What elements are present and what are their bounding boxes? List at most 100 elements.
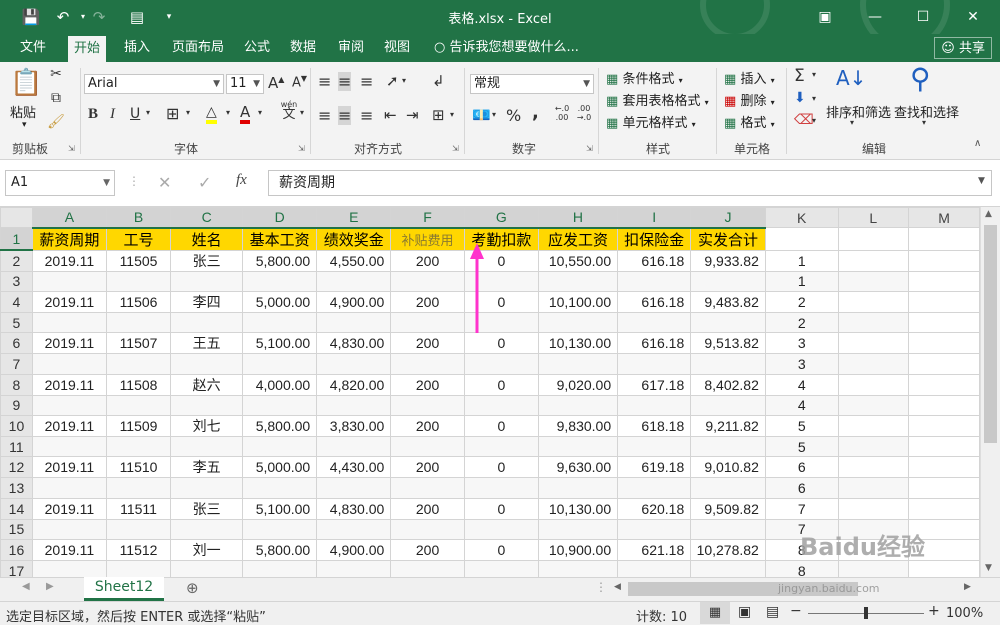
row-header[interactable]: 11 xyxy=(0,435,33,458)
cell[interactable] xyxy=(242,518,318,540)
find-dropdown-icon[interactable]: ▾ xyxy=(922,118,926,127)
cell[interactable] xyxy=(908,312,980,334)
cell[interactable]: 李五 xyxy=(170,456,244,479)
cell[interactable] xyxy=(105,353,172,375)
clear-dropdown-icon[interactable]: ▾ xyxy=(812,116,816,125)
cell[interactable]: 5,800.00 xyxy=(242,249,318,272)
cell[interactable] xyxy=(170,477,244,499)
paste-button[interactable]: 粘贴 xyxy=(10,102,36,121)
header-cell[interactable]: 基本工资 xyxy=(242,227,318,251)
column-header[interactable]: J xyxy=(690,207,766,229)
cell[interactable]: 616.18 xyxy=(617,249,692,272)
cell[interactable]: 10,278.82 xyxy=(690,538,766,561)
cell[interactable] xyxy=(837,312,910,334)
header-cell[interactable]: 薪资周期 xyxy=(31,227,107,251)
cell[interactable] xyxy=(537,270,619,293)
decrease-decimal-icon[interactable]: .00 →.0 xyxy=(574,104,594,122)
underline-dropdown-icon[interactable]: ▾ xyxy=(146,108,150,117)
cell[interactable]: 9,513.82 xyxy=(690,332,766,355)
sheet-tab-sheet12[interactable]: Sheet12 xyxy=(84,577,164,601)
cell[interactable] xyxy=(617,559,692,577)
column-header[interactable]: K xyxy=(764,207,839,229)
header-cell[interactable]: 绩效奖金 xyxy=(316,227,392,251)
row-header[interactable]: 13 xyxy=(0,477,33,499)
cell[interactable] xyxy=(908,435,980,458)
cell[interactable]: 0 xyxy=(463,497,539,520)
cell[interactable]: 618.18 xyxy=(617,414,692,437)
cancel-entry-icon[interactable]: ✕ xyxy=(158,173,171,192)
cell[interactable]: 2019.11 xyxy=(31,373,107,396)
cell[interactable] xyxy=(316,477,392,499)
cell[interactable] xyxy=(390,312,465,334)
format-cells-button[interactable]: ▦ 格式 ▾ xyxy=(724,112,775,131)
cell[interactable]: 200 xyxy=(390,414,465,437)
cell[interactable] xyxy=(837,394,910,416)
cell[interactable] xyxy=(463,394,539,416)
cell[interactable]: 5,100.00 xyxy=(242,497,318,520)
cell[interactable] xyxy=(537,394,619,416)
cell[interactable] xyxy=(316,394,392,416)
tab-home[interactable]: 开始 xyxy=(68,36,107,62)
select-all-corner[interactable] xyxy=(0,207,33,229)
cell[interactable]: 620.18 xyxy=(617,497,692,520)
cell[interactable]: 4,000.00 xyxy=(242,373,318,396)
cell[interactable] xyxy=(837,559,910,577)
vertical-scroll-thumb[interactable] xyxy=(984,225,997,443)
sort-dropdown-icon[interactable]: ▾ xyxy=(850,118,854,127)
cell[interactable]: 9,010.82 xyxy=(690,456,766,479)
cell[interactable] xyxy=(316,353,392,375)
header-cell[interactable]: 姓名 xyxy=(170,227,244,251)
column-header[interactable]: F xyxy=(390,207,465,229)
scroll-left-icon[interactable]: ◀ xyxy=(614,582,621,592)
decrease-indent-icon[interactable]: ⇤ xyxy=(384,106,397,124)
cell[interactable] xyxy=(463,353,539,375)
orientation-dropdown-icon[interactable]: ▾ xyxy=(402,76,406,85)
cell[interactable] xyxy=(617,394,692,416)
insert-function-icon[interactable]: fx xyxy=(236,172,247,189)
cell[interactable]: 10,900.00 xyxy=(537,538,619,561)
cell[interactable] xyxy=(170,435,244,458)
cell[interactable]: 616.18 xyxy=(617,332,692,355)
cell[interactable] xyxy=(170,394,244,416)
cell[interactable]: 9,830.00 xyxy=(537,414,619,437)
row-header[interactable]: 9 xyxy=(0,394,33,416)
cell[interactable] xyxy=(31,312,107,334)
cell[interactable]: 9,211.82 xyxy=(690,414,766,437)
format-as-table-button[interactable]: ▦ 套用表格格式 ▾ xyxy=(606,90,709,109)
cell[interactable] xyxy=(390,518,465,540)
scroll-down-icon[interactable]: ▼ xyxy=(985,563,992,573)
cell[interactable] xyxy=(908,270,980,293)
decrease-font-icon[interactable]: A▼ xyxy=(292,74,307,90)
cell[interactable] xyxy=(908,291,980,314)
cell[interactable] xyxy=(242,312,318,334)
cell[interactable]: 5,800.00 xyxy=(242,414,318,437)
cell[interactable]: 200 xyxy=(390,332,465,355)
cell[interactable]: 616.18 xyxy=(617,291,692,314)
cell[interactable]: 3 xyxy=(764,332,839,355)
scroll-right-icon[interactable]: ▶ xyxy=(964,582,971,592)
cell[interactable]: 4 xyxy=(764,394,839,416)
borders-dropdown-icon[interactable]: ▾ xyxy=(186,108,190,117)
close-button[interactable]: ✕ xyxy=(950,0,996,34)
cell[interactable] xyxy=(170,312,244,334)
fill-dropdown-icon[interactable]: ▾ xyxy=(226,108,230,117)
column-header[interactable]: C xyxy=(170,207,244,229)
cell[interactable] xyxy=(31,518,107,540)
increase-indent-icon[interactable]: ⇥ xyxy=(406,106,419,124)
find-select-icon[interactable]: ⚲ xyxy=(910,62,931,95)
worksheet-grid[interactable]: A B C D E F G H I J K L M 1 薪资周期 工号 姓名 基本工资绩… xyxy=(0,207,980,577)
cell[interactable]: 0 xyxy=(463,414,539,437)
merge-center-icon[interactable]: ⊞ xyxy=(432,106,445,124)
cell[interactable] xyxy=(617,312,692,334)
accounting-dropdown-icon[interactable]: ▾ xyxy=(492,110,496,119)
font-size-combo[interactable]: 11 ▼ xyxy=(226,74,264,94)
cell[interactable]: 4,830.00 xyxy=(316,332,392,355)
cell[interactable] xyxy=(390,559,465,577)
cell[interactable] xyxy=(908,477,980,499)
autosum-icon[interactable]: Σ xyxy=(794,66,805,86)
cell[interactable]: 11506 xyxy=(105,291,172,314)
wrap-text-icon[interactable]: ↲ xyxy=(432,72,445,90)
merge-dropdown-icon[interactable]: ▾ xyxy=(450,110,454,119)
cell[interactable]: 8,402.82 xyxy=(690,373,766,396)
row-header[interactable]: 6 xyxy=(0,332,33,355)
